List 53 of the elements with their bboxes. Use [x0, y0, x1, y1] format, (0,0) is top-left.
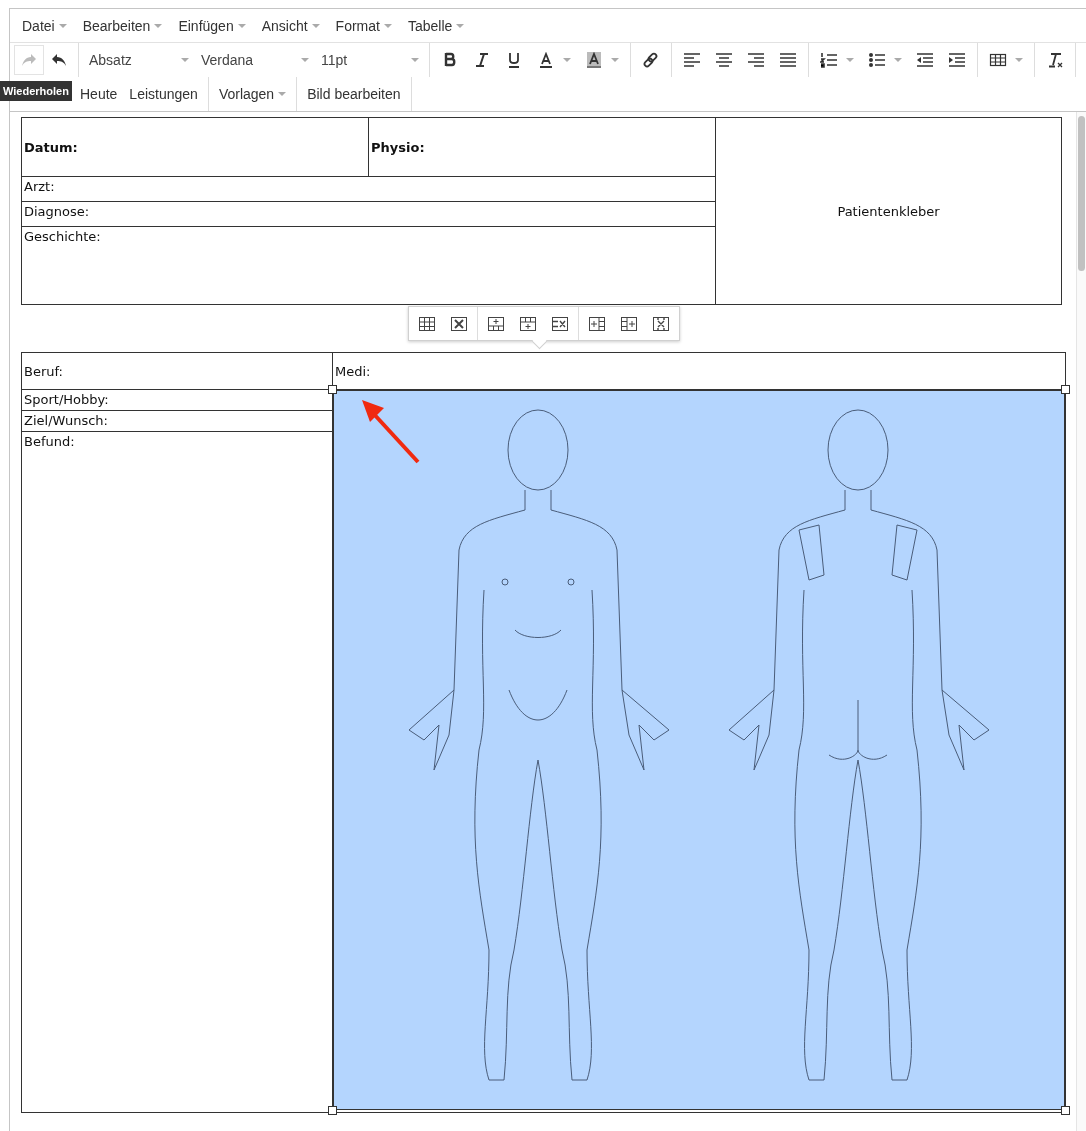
deletecol-icon [652, 316, 669, 331]
bullist-icon [868, 52, 886, 68]
aligncenter-icon [715, 52, 733, 68]
tooltip: Wiederholen [0, 81, 72, 101]
alignleft-icon [683, 52, 701, 68]
table-cell: Sport/Hobby: [21, 389, 333, 411]
format-dropdown[interactable]: Verdana [195, 45, 315, 75]
table-cell: Diagnose: [21, 201, 716, 227]
toolbar-button[interactable]: Vorlagen [212, 82, 293, 106]
redo-arrow-icon [21, 53, 37, 67]
numlist-icon [820, 52, 838, 68]
alignright-icon [747, 52, 765, 68]
deleterow-icon [551, 316, 568, 331]
menu-item[interactable]: Tabelle [399, 13, 473, 38]
table-cell: Beruf: [21, 352, 333, 390]
toolbar-button[interactable]: Heute [74, 82, 124, 106]
resize-handle[interactable] [1061, 1106, 1070, 1115]
outdent-icon [916, 52, 934, 68]
menu-item[interactable]: Einfügen [170, 13, 254, 38]
textcolor-icon [537, 52, 555, 68]
undo-arrow-icon [51, 53, 67, 67]
scrollbar[interactable] [1076, 112, 1086, 1131]
resize-handle[interactable] [328, 1106, 337, 1115]
rowbefore-icon [487, 316, 504, 331]
table-cell: Patientenkleber [715, 117, 1062, 305]
table-cell: Arzt: [21, 176, 716, 202]
colbefore-icon [588, 316, 605, 331]
table-cell: Physio: [368, 117, 716, 177]
delete-icon [450, 316, 467, 331]
table-cell: Ziel/Wunsch: [21, 410, 333, 432]
format-dropdown[interactable]: 11pt [315, 45, 425, 75]
menu-item[interactable]: Ansicht [253, 13, 328, 38]
menu-item[interactable]: Format [327, 13, 400, 38]
clearformat-icon [1046, 52, 1064, 68]
indent-icon [948, 52, 966, 68]
rowafter-icon [519, 316, 536, 331]
table-icon [989, 52, 1007, 68]
format-dropdown[interactable]: Absatz [83, 45, 195, 75]
table-cell: Geschichte: [21, 226, 716, 305]
bgcolor-icon [585, 52, 603, 68]
table-cell: Datum: [21, 117, 369, 177]
resize-handle[interactable] [1061, 385, 1070, 394]
menu-item[interactable]: Bearbeiten [74, 13, 171, 38]
toolbar-button[interactable]: Bild bearbeiten [301, 82, 407, 106]
link-icon [642, 52, 660, 68]
table-grid-icon [418, 316, 435, 331]
colafter-icon [620, 316, 637, 331]
table-cell: Medi: [332, 352, 1066, 390]
menu-item[interactable]: Datei [14, 13, 75, 38]
italic-icon [473, 52, 491, 68]
toolbar-button[interactable]: Leistungen [123, 82, 204, 106]
resize-handle[interactable] [328, 385, 337, 394]
justify-icon [779, 52, 797, 68]
